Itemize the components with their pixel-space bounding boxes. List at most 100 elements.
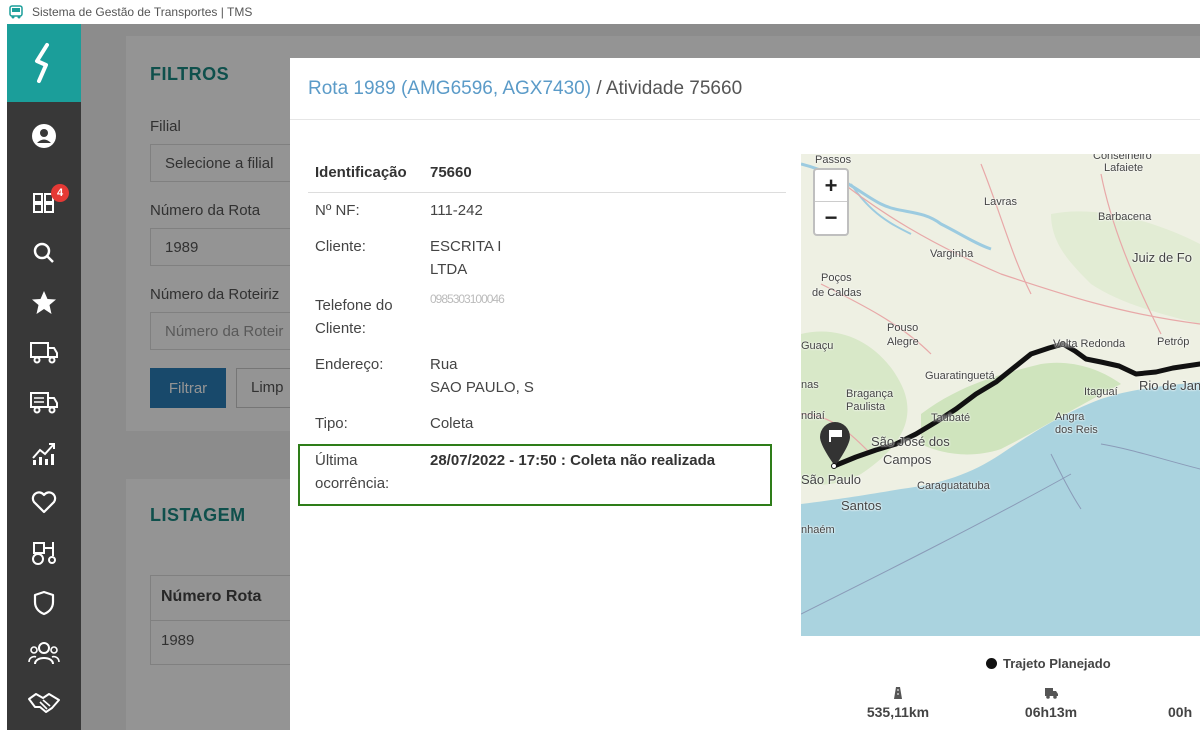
endereco-value-line1: Rua xyxy=(430,356,458,373)
ocorrencia-highlight xyxy=(298,444,772,506)
map-place-label: dos Reis xyxy=(1055,424,1098,436)
sidebar-partners[interactable] xyxy=(7,683,81,723)
distance-stat: 535,11km xyxy=(860,684,936,720)
map-place-label: Itaguaí xyxy=(1084,386,1118,398)
map-place-label: Bragança xyxy=(846,388,894,400)
map-place-label: nas xyxy=(801,379,819,391)
identificacao-value: 75660 xyxy=(430,164,472,181)
truck-list-icon xyxy=(30,392,58,414)
truck-icon xyxy=(30,342,58,364)
brand-logo[interactable] xyxy=(7,24,81,102)
road-icon xyxy=(894,687,902,699)
route-start-point xyxy=(831,463,837,469)
map-place-label: Juiz de Fo xyxy=(1132,250,1192,265)
map-place-label: São José dos xyxy=(871,434,950,449)
nf-value: 111-242 xyxy=(430,202,483,219)
sidebar-truck-list[interactable] xyxy=(7,383,81,423)
map-place-label: Alegre xyxy=(887,336,919,348)
sidebar-search[interactable] xyxy=(7,233,81,273)
chart-icon xyxy=(32,443,55,465)
bus-icon xyxy=(9,5,23,19)
endereco-value: Rua SAO PAULO, S xyxy=(430,353,780,399)
legend-dot-icon xyxy=(986,658,997,669)
star-icon xyxy=(32,291,56,314)
modal-title-activity: Atividade 75660 xyxy=(605,78,743,99)
third-stat-value: 00h xyxy=(1168,704,1193,720)
map-place-label: nhaém xyxy=(801,524,835,536)
telefone-label: Telefone do Cliente: xyxy=(315,294,425,340)
map-place-label: Taubaté xyxy=(931,412,971,424)
tipo-value: Coleta xyxy=(430,415,474,432)
sidebar-reports[interactable] xyxy=(7,433,81,473)
activity-modal: Rota 1989 (AMG6596, AGX7430) / Atividade… xyxy=(290,58,1200,730)
telefone-value: 0985303100046 xyxy=(430,292,505,306)
map-place-label: Conselheiro xyxy=(1093,154,1152,162)
heart-icon xyxy=(31,491,57,514)
map-place-label: Petróp xyxy=(1157,336,1190,348)
cliente-value: ESCRITA I LTDA xyxy=(430,235,780,281)
identificacao-label: Identificação xyxy=(315,164,407,181)
zoom-out-button[interactable]: − xyxy=(815,202,847,234)
map-legend: Trajeto Planejado xyxy=(986,656,1111,671)
info-divider xyxy=(308,192,786,193)
endereco-label: Endereço: xyxy=(315,356,384,373)
duration-stat: 06h13m xyxy=(1016,684,1086,720)
nf-label: Nº NF: xyxy=(315,202,360,219)
map-place-label: Lafaiete xyxy=(1104,162,1144,174)
green-area xyxy=(1051,211,1200,324)
sidebar-security[interactable] xyxy=(7,583,81,623)
map-place-label: Volta Redonda xyxy=(1053,338,1126,350)
map-place-label: Passos xyxy=(815,154,852,166)
map-place-label: Guaratinguetá xyxy=(925,370,995,382)
sidebar-health[interactable] xyxy=(7,483,81,523)
zoom-control: + − xyxy=(813,168,849,236)
map-place-label: ndiaí xyxy=(801,410,825,422)
sidebar-trucks[interactable] xyxy=(7,333,81,373)
sidebar-dashboard[interactable]: 4 xyxy=(7,182,81,222)
zoom-in-button[interactable]: + xyxy=(815,170,847,202)
modal-header: Rota 1989 (AMG6596, AGX7430) / Atividade… xyxy=(290,58,1200,120)
map-place-label: Santos xyxy=(841,498,882,513)
shield-icon xyxy=(33,590,55,616)
road xyxy=(980,163,1032,295)
map-place-label: de Caldas xyxy=(812,287,862,299)
notification-badge: 4 xyxy=(51,184,69,202)
window-title: Sistema de Gestão de Transportes | TMS xyxy=(32,5,253,19)
endereco-value-line2: SAO PAULO, S xyxy=(430,379,534,396)
sidebar: 4 xyxy=(7,24,81,730)
telefone-label-line2: Cliente: xyxy=(315,320,366,337)
search-icon xyxy=(33,242,54,263)
sidebar-machinery[interactable] xyxy=(7,533,81,573)
cliente-value-line1: ESCRITA I xyxy=(430,238,502,255)
map-place-label: Pouso xyxy=(887,322,919,334)
legend-label: Trajeto Planejado xyxy=(1003,656,1111,671)
handshake-icon xyxy=(28,693,60,713)
map-place-label: Poços xyxy=(821,272,852,284)
map-place-label: Barbacena xyxy=(1098,211,1152,223)
modal-title-separator: / xyxy=(591,78,606,99)
window-title-bar: Sistema de Gestão de Transportes | TMS xyxy=(0,0,1200,24)
map-place-label: Caraguatatuba xyxy=(917,480,990,492)
sidebar-favorites[interactable] xyxy=(7,283,81,323)
map-place-label: Rio de Jan xyxy=(1139,378,1200,393)
modal-title-route[interactable]: Rota 1989 (AMG6596, AGX7430) xyxy=(308,78,591,99)
map-place-label: Campos xyxy=(883,452,932,467)
stat-spacer xyxy=(1168,684,1200,702)
duration-value: 06h13m xyxy=(1024,704,1078,720)
map-place-label: São Paulo xyxy=(801,472,861,487)
sidebar-team[interactable] xyxy=(7,633,81,673)
user-icon xyxy=(32,124,56,148)
route-map[interactable]: Passos Conselheiro Lafaiete Lavras Barbacena… xyxy=(801,154,1200,636)
distance-value: 535,11km xyxy=(866,704,930,720)
map-place-label: Paulista xyxy=(846,401,886,413)
logo-icon xyxy=(35,43,49,83)
tractor-icon xyxy=(32,542,56,565)
sidebar-user[interactable] xyxy=(7,116,81,156)
tipo-label: Tipo: xyxy=(315,415,348,432)
telefone-label-line1: Telefone do xyxy=(315,297,393,314)
map-place-label: Guaçu xyxy=(801,340,834,352)
map-place-label: Lavras xyxy=(984,196,1018,208)
cliente-value-line2: LTDA xyxy=(430,261,468,278)
truck-small-icon xyxy=(1045,688,1058,699)
map-place-label: Angra xyxy=(1055,411,1085,423)
